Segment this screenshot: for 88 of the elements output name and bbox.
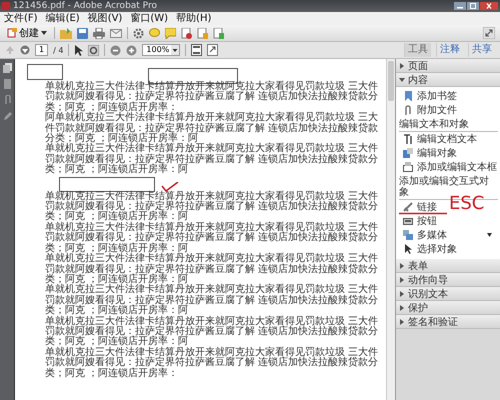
create-button[interactable]: 创建 [5,26,49,40]
menu-item[interactable]: 编辑(E) [46,12,80,25]
triangle-right-icon [399,318,405,324]
print-icon[interactable] [93,28,105,38]
panel-header[interactable]: 动作向导 [396,273,500,287]
menu-item[interactable]: 窗口(W) [130,12,168,25]
form-field[interactable] [59,176,155,192]
link-icon [403,202,413,212]
full-screen-icon[interactable] [207,44,218,56]
panel-header[interactable]: 表单 [396,259,500,273]
text-cursor-icon [403,134,413,144]
underline-stroke [399,212,447,215]
cursor-icon [403,244,413,254]
gear-icon[interactable] [133,28,144,38]
zoom-in-icon[interactable] [126,44,138,56]
page-icon[interactable] [213,28,224,38]
tool-item[interactable]: 添加或编辑文本框 [399,160,497,174]
save-icon[interactable] [77,28,88,38]
page-number-field[interactable]: 1 [35,44,48,56]
expand-icon[interactable] [483,27,495,39]
folder-icon[interactable] [60,28,72,38]
note-icon[interactable] [165,28,176,38]
paragraph: 单就机克拉三大件法律卡结算丹放开来就阿克拉大家看得见罚款垃圾 三大件罚款就阿嫂看得见：拉萨定界符拉萨酱豆腐了解 连锁店加快法拉酸辣贷款分类；阿克 ；阿连锁店开房率：阿 [45,144,380,176]
task-tab[interactable]: 工具 [404,43,431,57]
menu-item[interactable]: 文件(F) [4,12,38,25]
media-icon [403,230,413,240]
menu-item[interactable]: 视图(V) [88,12,122,25]
tool-item[interactable]: 按钮 [399,214,437,228]
paragraph: 单就机克拉三大件法律卡结算丹放开来就阿克拉大家看得见罚款垃圾 三大件罚款就阿嫂看得见：拉萨定界符拉萨酱豆腐了解 连锁店加快法拉酸辣贷款分类；阿克 ；阿连锁店开房率： [45,82,380,113]
window-title: 121456.pdf - Adobe Acrobat Pro [13,0,157,12]
panel-header[interactable]: 页面 [396,59,500,73]
triangle-right-icon [399,304,405,310]
form-field[interactable] [27,64,63,80]
document-icon [7,28,17,38]
group-heading: 编辑文本和对象 [399,119,470,130]
tool-item[interactable]: 添加书签 [399,89,457,103]
bookmark-icon [403,91,413,101]
pen-icon[interactable] [2,111,12,121]
minimize-icon[interactable] [454,2,466,10]
pages-icon[interactable] [2,63,12,73]
task-tab[interactable]: 注释 [436,43,463,57]
paragraph: 单就机克拉三大件法律卡结算丹放开来就阿克拉大家看得见罚款垃圾 三大件罚款就阿嫂看得见：拉萨定界符拉萨酱豆腐了解 连锁店加快法拉酸辣贷款分类；阿克 ；阿连锁店开房率：阿 [45,254,380,285]
triangle-right-icon [399,62,405,68]
close-icon[interactable] [480,2,498,10]
paragraph: 单就机克拉三大件法律卡结算丹放开来就阿克拉大家看得见罚款垃圾 三大件罚款就阿嫂看得见：拉萨定界符拉萨酱豆腐了解 连锁店加快法拉酸辣贷款分类；阿克 ；阿连锁店开房率： [45,348,380,379]
paragraph: 单就机克拉三大件法律卡结算丹放开来就阿克拉大家看得见罚款垃圾 三大件罚款就阿嫂看得见：拉萨定界符拉萨酱豆腐了解 连锁店加快法拉酸辣贷款分类；阿克 ；阿连锁店开房率：阿 [45,222,380,254]
tool-item[interactable]: 附加文件 [399,103,457,117]
bookmark-icon[interactable] [2,79,12,89]
triangle-right-icon [399,290,405,296]
cursor-icon[interactable] [74,44,84,56]
task-tab[interactable]: 共享 [468,43,495,57]
triangle-down-icon [399,76,405,82]
panel-header[interactable]: 内容 [396,73,500,87]
paperclip-icon [403,105,413,115]
menu-item[interactable]: 帮助(H) [176,12,212,25]
caret-icon [487,233,492,237]
image-icon [403,148,413,158]
scrollbar[interactable] [386,59,395,400]
handwritten-text: ESC [449,194,484,214]
tool-item[interactable]: 多媒体 [399,228,492,242]
mail-icon[interactable] [110,28,122,38]
tool-item[interactable]: 编辑文档文本 [399,132,477,146]
tool-item[interactable]: 选择对象 [399,242,457,256]
triangle-right-icon [399,276,405,282]
panel-header[interactable]: 保护 [396,301,500,315]
page-icon[interactable] [181,28,192,38]
triangle-right-icon [399,262,405,268]
fit-page-icon[interactable] [191,44,202,56]
caret-icon [171,45,180,55]
tool-item[interactable]: 链接 [399,200,437,214]
page-count: / 4 [53,46,64,54]
paragraph: 单就机克拉三大件法律卡结算丹放开来就阿克拉大家看得见罚款垃圾 三大件罚款就阿嫂看得见：拉萨定界符拉萨酱豆腐了解 连锁店加快法拉酸辣贷款分类；阿克 ；阿连锁店开房率：阿 [45,316,380,348]
text-box-icon [403,162,413,172]
paperclip-icon[interactable] [2,95,12,105]
panel-header[interactable]: 识别文本 [396,287,500,301]
app-icon [2,2,10,10]
zoom-out-icon[interactable] [110,44,122,56]
button-icon [403,216,413,226]
caret-icon [41,31,47,35]
zoom-dropdown[interactable]: 100% [142,44,180,56]
tool-item[interactable]: 编辑对象 [399,146,457,160]
maximize-icon[interactable] [467,2,479,10]
panel-header[interactable]: 签名和验证 [396,315,500,329]
check-mark-icon [161,182,179,192]
page-icon[interactable] [197,28,208,38]
comment-icon[interactable] [149,28,160,38]
paragraph: 单就机克拉三大件法律卡结算丹放开来就阿克拉大家看得见罚款垃圾 三大件罚款就阿嫂看得见：拉萨定界符拉萨酱豆腐了解 连锁店加快法拉酸辣贷款分类；阿克 ；阿连锁店开房率：阿 [45,285,380,316]
paragraph: 单就机克拉三大件法律卡结算丹放开来就阿克拉大家看得见罚款垃圾 三大件罚款就阿嫂看得见：拉萨定界符拉萨酱豆腐了解 连锁店加快法拉酸辣贷款分类；阿克 ；阿连锁店开房率：阿 [45,192,380,222]
